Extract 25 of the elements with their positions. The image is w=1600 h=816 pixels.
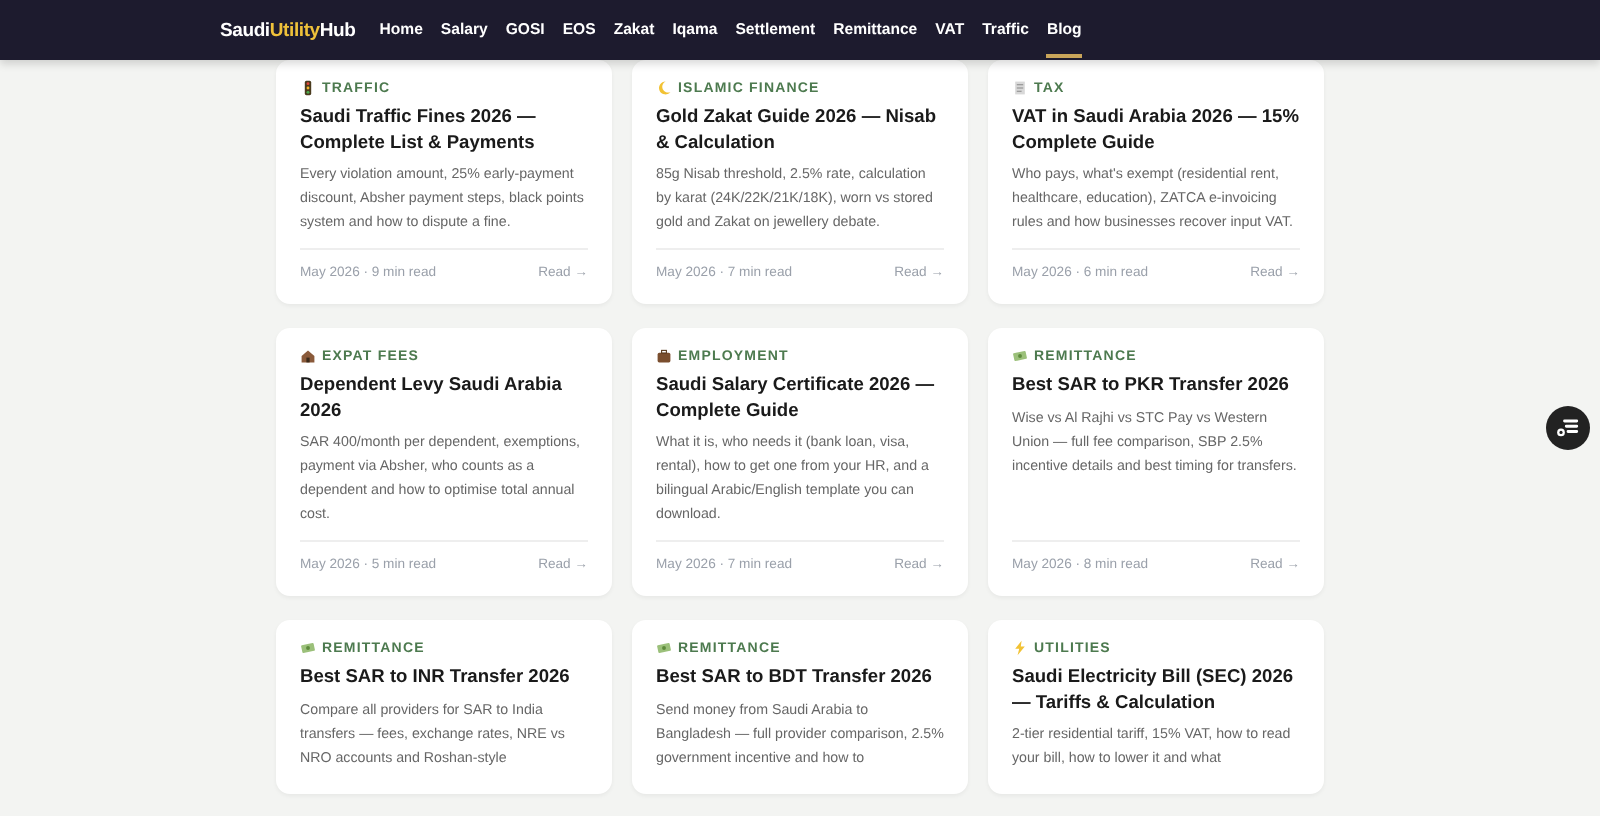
crescent-moon-icon (656, 80, 672, 96)
banknote-icon (300, 640, 316, 656)
house-icon (300, 348, 316, 364)
article-title: Saudi Traffic Fines 2026 — Complete List & Payments (300, 104, 538, 154)
banknote-icon (1012, 348, 1028, 364)
receipt-icon (1012, 80, 1028, 96)
banknote-icon (656, 640, 672, 656)
floating-menu-button[interactable] (1546, 406, 1590, 450)
article-card[interactable] (632, 60, 968, 304)
article-title: Best SAR to PKR Transfer 2026 (1012, 372, 1291, 397)
briefcase-icon (656, 348, 672, 364)
article-title: Saudi Salary Certificate 2026 — Complete Guide (656, 372, 937, 422)
article-card[interactable] (276, 60, 612, 304)
article-title: Best SAR to BDT Transfer 2026 (656, 664, 934, 689)
site-logo[interactable]: SaudiUtilityHub (220, 19, 356, 41)
article-card[interactable] (632, 328, 968, 596)
article-title: Best SAR to INR Transfer 2026 (300, 664, 572, 689)
article-title: Dependent Levy Saudi Arabia 2026 (300, 372, 564, 422)
list-settings-icon (1554, 414, 1582, 442)
article-title: VAT in Saudi Arabia 2026 — 15% Complete Guide (1012, 104, 1300, 154)
traffic-light-icon (300, 80, 316, 96)
lightning-bolt-icon (1012, 640, 1028, 656)
article-title: Gold Zakat Guide 2026 — Nisab & Calculation (656, 104, 939, 154)
article-card[interactable] (988, 60, 1324, 304)
article-title: Saudi Electricity Bill (SEC) 2026 — Tariffs & Calculation (1012, 664, 1296, 714)
